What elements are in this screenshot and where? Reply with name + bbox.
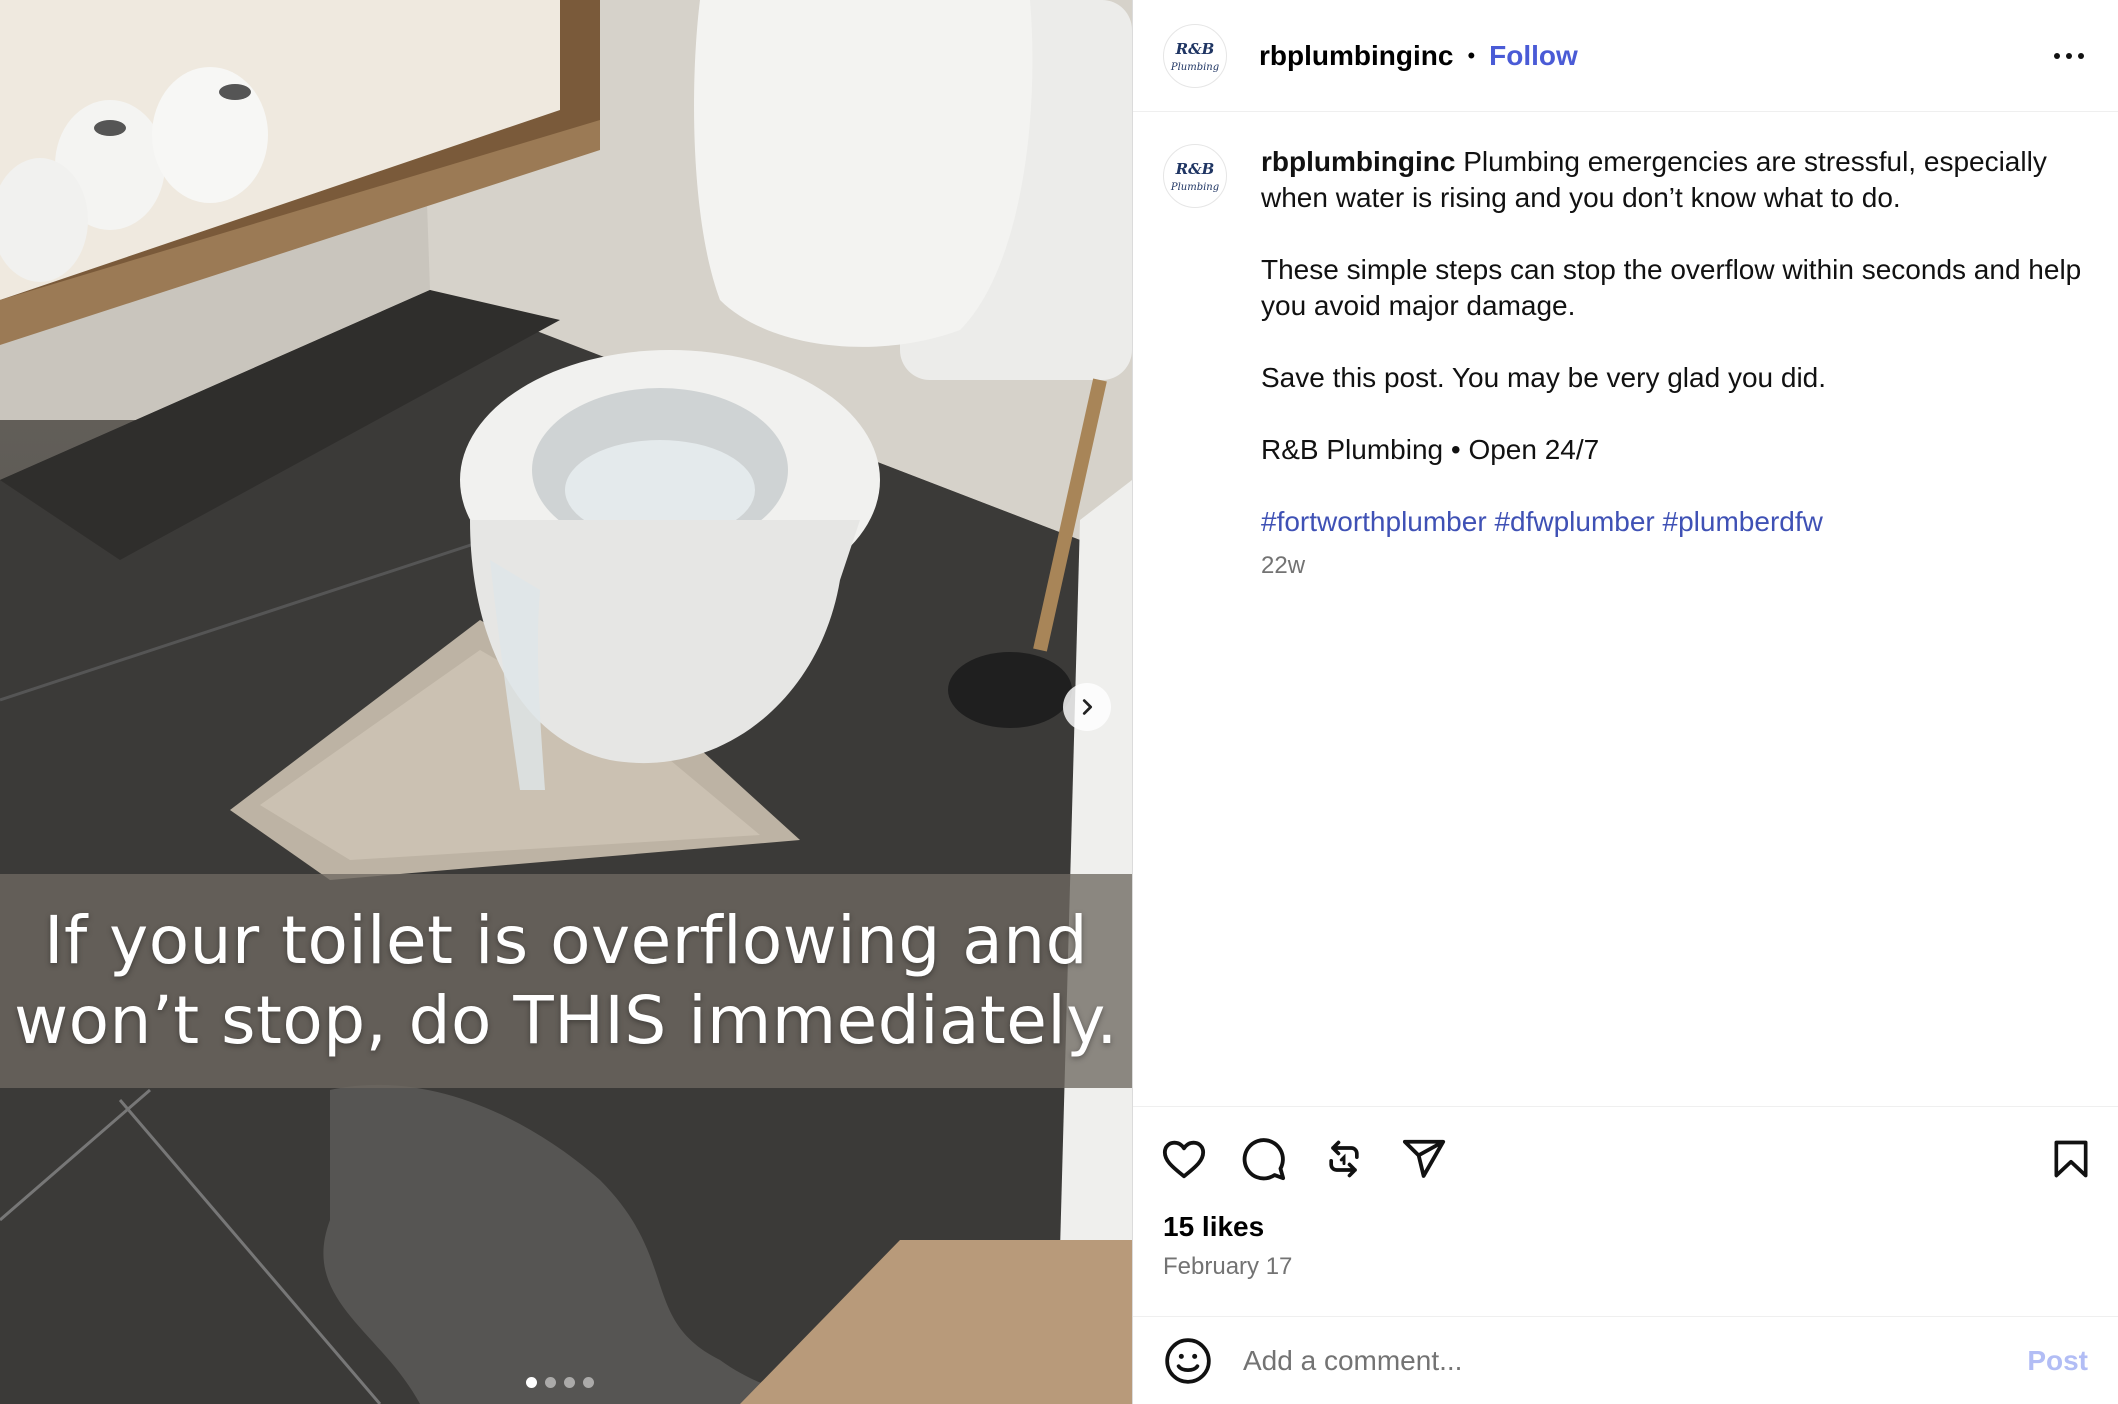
- carousel-dot: [564, 1377, 575, 1388]
- post-media[interactable]: If your toilet is overflowing and won’t …: [0, 0, 1132, 1404]
- post-comment-button[interactable]: Post: [2027, 1345, 2088, 1377]
- caption-paragraph: These simple steps can stop the overflow…: [1261, 254, 2082, 321]
- hashtag-link[interactable]: #fortworthplumber: [1261, 506, 1487, 537]
- overlay-caption-text: If your toilet is overflowing and won’t …: [14, 902, 1118, 1059]
- svg-text:Plumbing: Plumbing: [1170, 62, 1219, 73]
- carousel-indicator: [526, 1377, 594, 1388]
- follow-button[interactable]: Follow: [1489, 40, 1578, 72]
- repost-icon: [1329, 1140, 1359, 1178]
- svg-text:R&B: R&B: [1175, 160, 1215, 178]
- action-bar: [1162, 1107, 2088, 1211]
- instagram-post-view: If your toilet is overflowing and won’t …: [0, 0, 2118, 1404]
- caption-body: rbplumbinginc Plumbing emergencies are s…: [1261, 144, 2088, 1106]
- caption-paragraph: R&B Plumbing • Open 24/7: [1261, 434, 1600, 465]
- carousel-dot: [583, 1377, 594, 1388]
- carousel-dot-active: [526, 1377, 537, 1388]
- post-age[interactable]: 22w: [1261, 548, 2088, 584]
- bookmark-icon: [2054, 1140, 2088, 1178]
- hashtag-link[interactable]: #plumberdfw: [1663, 506, 1823, 537]
- avatar[interactable]: R&B Plumbing: [1163, 23, 1227, 88]
- overlay-caption: If your toilet is overflowing and won’t …: [0, 874, 1132, 1088]
- avatar[interactable]: R&B Plumbing: [1163, 144, 1227, 208]
- caption-section: R&B Plumbing rbplumbinginc Plumbing emer…: [1133, 112, 2118, 1106]
- post-actions: 15 likes February 17: [1133, 1106, 2118, 1316]
- post-date: February 17: [1163, 1253, 1293, 1280]
- heart-icon: [1162, 1140, 1206, 1179]
- like-count[interactable]: 15 likes: [1163, 1211, 2088, 1243]
- post-side-panel: R&B Plumbing rbplumbinginc • Follow R&B …: [1132, 0, 2118, 1404]
- chevron-right-icon: [1082, 699, 1093, 715]
- comment-button[interactable]: [1237, 1132, 1291, 1186]
- like-button[interactable]: [1157, 1132, 1211, 1186]
- header-username[interactable]: rbplumbinginc: [1259, 40, 1453, 72]
- next-slide-button[interactable]: [1063, 683, 1111, 731]
- comment-input[interactable]: [1243, 1344, 2028, 1377]
- svg-text:R&B: R&B: [1175, 40, 1215, 58]
- repost-button[interactable]: [1317, 1132, 1371, 1186]
- logo-avatar-icon: R&B Plumbing: [1167, 148, 1223, 204]
- more-options-icon[interactable]: [2054, 43, 2084, 69]
- post-image: [0, 0, 1132, 1404]
- save-button[interactable]: [2044, 1132, 2098, 1186]
- header-separator: •: [1467, 42, 1476, 68]
- caption-paragraph: rbplumbinginc Plumbing emergencies are s…: [1261, 144, 2088, 216]
- carousel-dot: [545, 1377, 556, 1388]
- hashtag-list: #fortworthplumber #dfwplumber #plumberdf…: [1261, 504, 2088, 540]
- emoji-icon[interactable]: [1163, 1336, 1213, 1386]
- share-icon: [1402, 1139, 1446, 1178]
- hashtag-link[interactable]: #dfwplumber: [1494, 506, 1654, 537]
- caption-paragraph: Save this post. You may be very glad you…: [1261, 362, 1827, 393]
- comment-bar: Post: [1133, 1316, 2118, 1404]
- share-button[interactable]: [1397, 1132, 1451, 1186]
- comment-icon: [1242, 1138, 1286, 1181]
- svg-text:Plumbing: Plumbing: [1170, 182, 1219, 193]
- caption-username[interactable]: rbplumbinginc: [1261, 146, 1455, 177]
- logo-avatar-icon: R&B Plumbing: [1167, 27, 1223, 84]
- post-header: R&B Plumbing rbplumbinginc • Follow: [1133, 0, 2118, 112]
